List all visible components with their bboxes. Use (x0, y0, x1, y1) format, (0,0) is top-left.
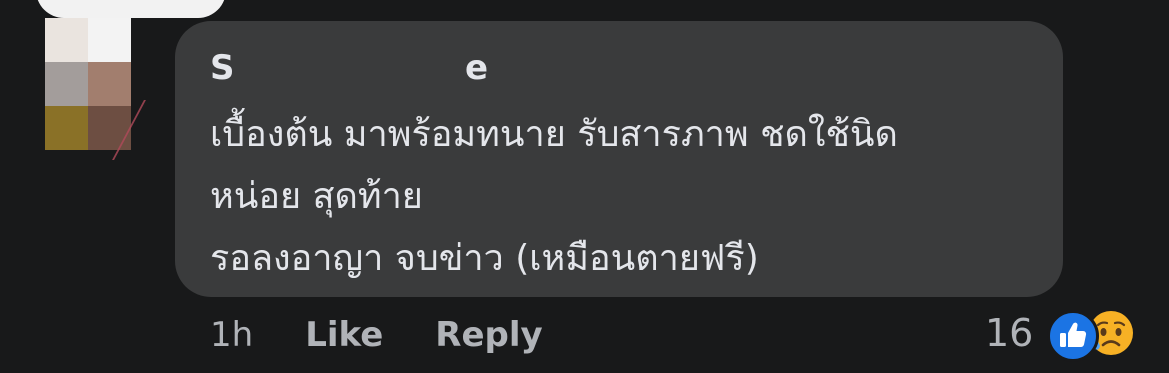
avatar-pixel (88, 62, 131, 106)
reaction-icons (1047, 305, 1147, 362)
avatar-pixel (45, 106, 88, 150)
comment-line: รอลงอาญา จบข่าว (เหมือนตายฟรี) (210, 238, 759, 279)
like-icon (1047, 310, 1100, 362)
comment-timestamp[interactable]: 1h (210, 312, 253, 358)
comment-line: เบื้องต้น มาพร้อมทนาย รับสารภาพ ชดใช้นิด (210, 114, 898, 155)
avatar-pixel (45, 62, 88, 106)
avatar-overflow (36, 0, 226, 18)
comment-actions: 1h Like Reply (210, 312, 595, 358)
comment-body: เบื้องต้น มาพร้อมทนาย รับสารภาพ ชดใช้นิด… (210, 104, 1040, 290)
author-name-redaction (255, 44, 460, 88)
comment-author[interactable]: S (210, 48, 235, 88)
reaction-count: 16 (985, 311, 1034, 355)
avatar-pixel (88, 18, 131, 62)
avatar-pixel (45, 18, 88, 62)
comment-thread: S e เบื้องต้น มาพร้อมทนาย รับสารภาพ ชดใช… (0, 0, 1169, 373)
like-button[interactable]: Like (305, 312, 383, 358)
comment-line: หน่อย สุดท้าย (210, 176, 423, 217)
reply-button[interactable]: Reply (435, 312, 542, 358)
reaction-summary[interactable]: 16 (985, 305, 1147, 362)
avatar[interactable] (45, 18, 131, 150)
comment-author-tail[interactable]: e (465, 48, 488, 88)
